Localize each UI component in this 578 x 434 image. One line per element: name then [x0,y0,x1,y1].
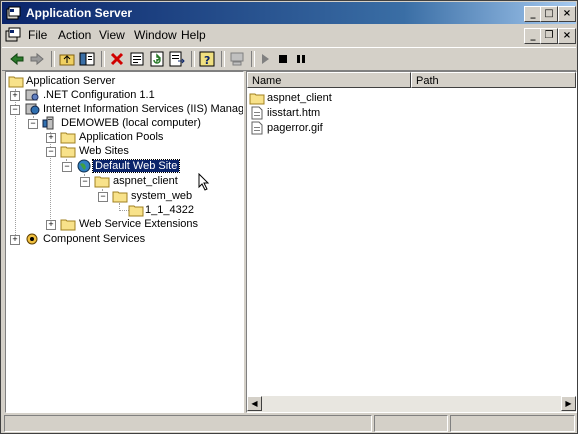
mdi-restore-button[interactable]: ❐ [540,28,558,44]
system-menu-icon[interactable] [5,27,21,43]
mmc-app-icon [6,6,21,20]
expand-plus-icon[interactable]: + [46,133,56,143]
list-item-name: pagerror.gif [267,122,323,134]
forward-icon[interactable] [28,50,46,68]
tree-label-selected: Default Web Site [91,159,181,173]
list-item-name: iisstart.htm [267,107,321,119]
tree-label: Component Services [43,233,146,245]
collapse-minus-icon[interactable]: − [28,119,38,129]
close-button[interactable]: × [558,6,576,22]
folder-icon [60,219,76,231]
collapse-minus-icon[interactable]: − [80,177,90,187]
toolbar-separator [191,51,195,67]
stop-icon[interactable] [274,50,292,68]
list-item-name: aspnet_client [267,92,332,104]
expand-plus-icon[interactable]: + [10,235,20,245]
toolbar-separator [251,51,255,67]
folder-icon [128,205,144,217]
start-icon[interactable] [256,50,274,68]
mouse-pointer-icon [198,173,210,191]
collapse-minus-icon[interactable]: − [98,192,108,202]
menu-action[interactable]: Action [58,28,91,42]
tree-label: Web Service Extensions [79,218,199,230]
status-panel-3 [450,415,575,432]
iis-manager-icon [25,103,40,115]
folder-icon [60,132,76,144]
tree-label: Application Server [26,75,116,87]
collapse-minus-icon[interactable]: − [62,162,72,172]
folder-icon [94,176,110,188]
tree-label: system_web [131,190,193,202]
menu-view[interactable]: View [99,28,125,42]
svg-text:?: ? [204,54,210,67]
document-icon [251,121,263,135]
status-panel-2 [374,415,448,432]
document-icon [251,106,263,120]
toolbar-separator [51,51,55,67]
title-bar[interactable]: Application Server _ □ × [2,2,576,24]
tree-label: .NET Configuration 1.1 [43,89,155,101]
collapse-minus-icon[interactable]: − [46,147,56,157]
pause-icon[interactable] [292,50,310,68]
server-computer-icon [42,116,54,130]
component-services-icon [26,233,38,245]
status-bar [2,414,576,432]
up-folder-icon[interactable] [58,50,76,68]
computer-icon[interactable] [228,50,246,68]
expand-plus-icon[interactable]: + [46,220,56,230]
show-hide-tree-icon[interactable] [78,50,96,68]
column-header-name[interactable]: Name [247,72,411,88]
tree-pane[interactable]: Application Server + .NET Configuration … [5,71,244,413]
tree-label: Internet Information Services (IIS) Mana… [43,103,244,115]
properties-icon[interactable] [128,50,146,68]
net-config-icon [25,89,39,101]
maximize-button[interactable]: □ [540,6,558,22]
tree-label: Application Pools [79,131,164,143]
back-icon[interactable] [8,50,26,68]
tree-label: Web Sites [79,145,129,157]
delete-icon[interactable] [108,50,126,68]
mdi-close-button[interactable]: × [558,28,576,44]
menu-bar: File Action View Window Help _ ❐ × [2,25,576,45]
column-header-path[interactable]: Path [411,72,576,88]
expand-plus-icon[interactable]: + [10,91,20,101]
tree-label: DEMOWEB (local computer) [61,117,201,129]
folder-icon [8,76,24,88]
help-icon[interactable]: ? [198,50,216,68]
toolbar-separator [221,51,225,67]
folder-icon [60,146,76,158]
menu-file[interactable]: File [28,28,47,42]
toolbar-separator [101,51,105,67]
refresh-icon[interactable] [148,50,166,68]
menu-window[interactable]: Window [134,28,177,42]
tree-label: aspnet_client [113,175,178,187]
toolbar: ? [2,47,576,71]
window-title: Application Server [26,6,133,20]
folder-icon [249,93,265,105]
collapse-minus-icon[interactable]: − [10,105,20,115]
globe-icon [77,159,91,173]
menu-help[interactable]: Help [181,28,206,42]
export-list-icon[interactable] [168,50,186,68]
tree-label: 1_1_4322 [145,204,194,216]
list-pane[interactable]: Name Path aspnet_client iisstart.htm pag… [246,71,577,413]
horizontal-scrollbar[interactable]: ◀ ▶ [247,396,576,412]
folder-icon [112,191,128,203]
scroll-left-icon[interactable]: ◀ [247,396,262,411]
status-panel-main [4,415,372,432]
application-window: Application Server _ □ × File Action Vie… [0,0,578,434]
scroll-right-icon[interactable]: ▶ [561,396,576,411]
